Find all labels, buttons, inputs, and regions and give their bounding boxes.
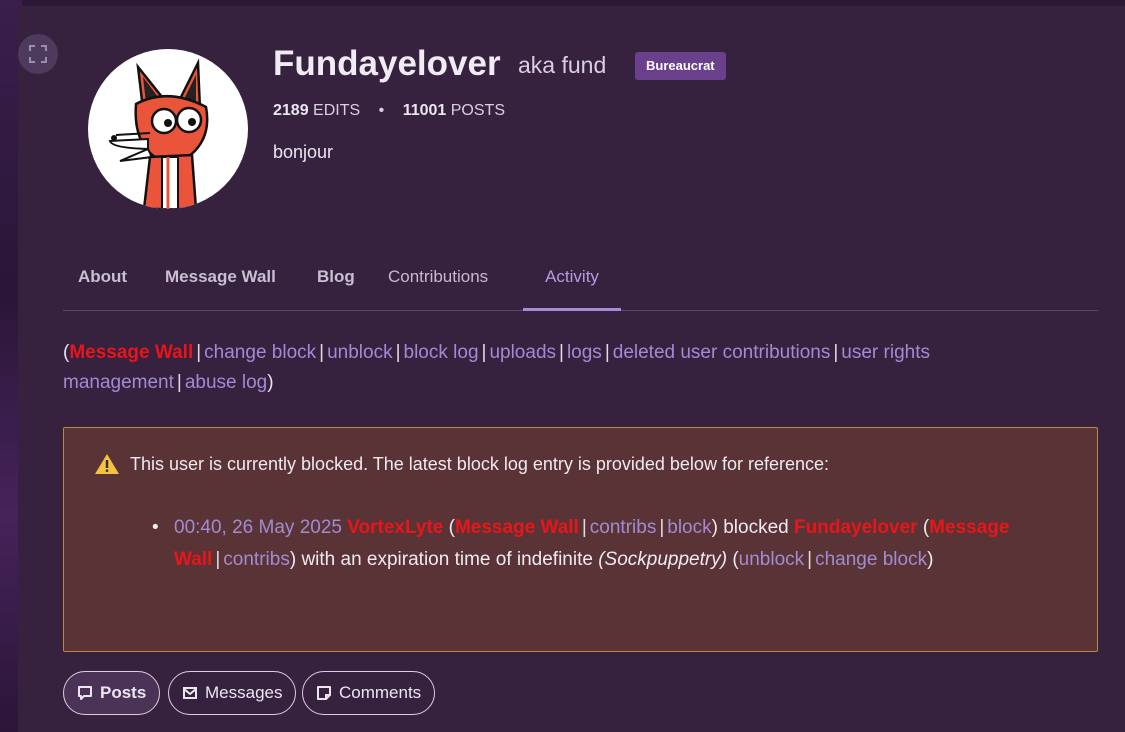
user-stats: 2189 EDITS • 11001 POSTS xyxy=(273,102,505,120)
tab-blog[interactable]: Blog xyxy=(317,258,355,310)
block-notice: This user is currently blocked. The late… xyxy=(63,427,1098,652)
username: Fundayelover xyxy=(273,44,501,83)
stats-separator: • xyxy=(378,102,385,119)
uploads-link[interactable]: uploads xyxy=(489,342,556,363)
blocker-block-link[interactable]: block xyxy=(667,517,711,538)
messages-tab-button[interactable]: Messages xyxy=(168,671,297,715)
posts-count: 11001 xyxy=(402,102,447,119)
change-block-link[interactable]: change block xyxy=(204,342,316,363)
expand-button[interactable] xyxy=(18,34,58,74)
message-wall-link[interactable]: Message Wall xyxy=(69,342,193,363)
block-notice-message: This user is currently blocked. The late… xyxy=(130,453,829,474)
edits-label: EDITS xyxy=(313,102,361,119)
deleted-contributions-link[interactable]: deleted user contributions xyxy=(613,342,831,363)
comments-tab-label: Comments xyxy=(339,683,422,702)
fox-avatar-image xyxy=(108,58,209,209)
block-reason: (Sockpuppetry) xyxy=(598,549,728,570)
blocker-message-wall-link[interactable]: Message Wall xyxy=(455,517,579,538)
block-log-entry: 00:40, 26 May 2025 VortexLyte (Message W… xyxy=(174,517,1010,570)
avatar[interactable] xyxy=(88,49,248,209)
warning-icon xyxy=(95,454,119,474)
comments-tab-button[interactable]: Comments xyxy=(302,671,436,715)
unblock-link[interactable]: unblock xyxy=(327,342,393,363)
user-group-badge: Bureaucrat xyxy=(635,52,726,80)
list-bullet: • xyxy=(152,517,159,538)
blocked-user-link[interactable]: Fundayelover xyxy=(794,517,918,538)
note-icon xyxy=(317,686,331,700)
alias-text: aka fund xyxy=(518,52,607,78)
envelope-icon xyxy=(183,687,197,699)
posts-tab-label: Posts xyxy=(100,683,147,702)
profile-tabs: About Message Wall Blog Contributions Ac… xyxy=(63,258,1098,311)
tab-contributions[interactable]: Contributions xyxy=(388,258,488,310)
block-notice-header: This user is currently blocked. The late… xyxy=(94,453,829,475)
edits-count: 2189 xyxy=(273,102,309,119)
user-tool-links: (Message Wall | change block | unblock | block… xyxy=(63,342,930,393)
block-action-text: blocked xyxy=(723,517,789,538)
blocked-user-contribs-link[interactable]: contribs xyxy=(223,549,290,570)
speech-bubble-icon xyxy=(78,686,92,700)
user-bio: bonjour xyxy=(273,142,334,162)
blocker-contribs-link[interactable]: contribs xyxy=(590,517,657,538)
logs-link[interactable]: logs xyxy=(567,342,602,363)
tab-about[interactable]: About xyxy=(78,258,127,310)
tab-message-wall[interactable]: Message Wall xyxy=(165,258,276,310)
block-log-link[interactable]: block log xyxy=(404,342,479,363)
block-timestamp-link[interactable]: 00:40, 26 May 2025 xyxy=(174,517,342,538)
posts-tab-button[interactable]: Posts xyxy=(63,671,161,715)
expand-icon xyxy=(29,45,47,63)
entry-change-block-link[interactable]: change block xyxy=(815,549,927,570)
entry-unblock-link[interactable]: unblock xyxy=(739,549,805,570)
posts-label: POSTS xyxy=(450,102,505,119)
tab-activity[interactable]: Activity xyxy=(523,258,621,311)
abuse-log-link[interactable]: abuse log xyxy=(185,372,267,393)
block-expiry-text: with an expiration time of indefinite xyxy=(301,549,593,570)
blocker-user-link[interactable]: VortexLyte xyxy=(347,517,443,538)
messages-tab-label: Messages xyxy=(205,683,283,702)
